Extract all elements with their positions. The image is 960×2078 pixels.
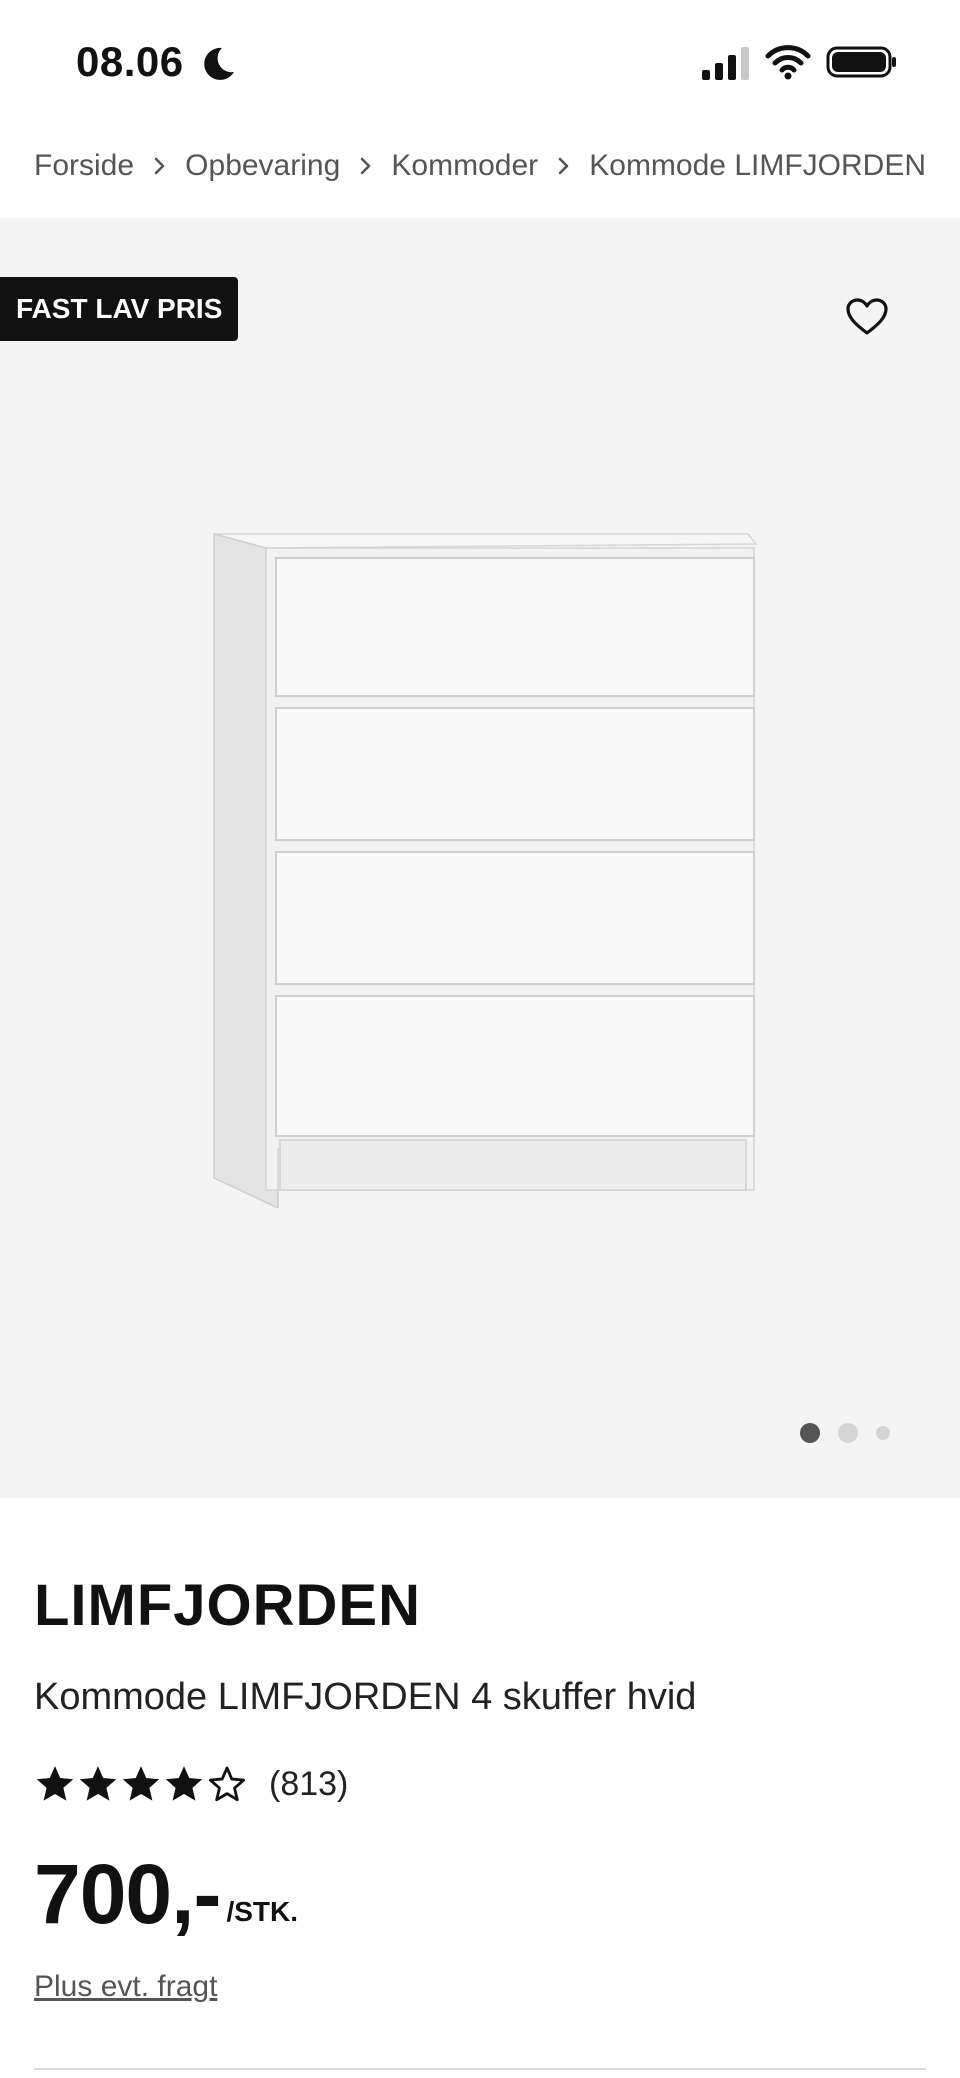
pagination-dot[interactable] [876,1426,890,1440]
cellular-signal-icon [702,47,749,80]
breadcrumb-item-opbevaring[interactable]: Opbevaring [185,149,340,183]
breadcrumb-item-kommoder[interactable]: Kommoder [391,149,538,183]
breadcrumb: Forside Opbevaring Kommoder Kommode LIMF… [34,138,926,194]
price-unit: /STK. [226,1896,299,1927]
status-bar: 08.06 [0,0,960,120]
battery-icon [826,46,896,78]
product-rating[interactable]: (813) [34,1758,348,1810]
status-time: 08.06 [76,38,184,85]
breadcrumb-item-current: Kommode LIMFJORDEN [589,149,926,182]
dresser-product-image[interactable] [200,518,760,1208]
pagination-dot-active[interactable] [800,1423,820,1443]
moon-icon [204,47,234,80]
pagination-dot[interactable] [838,1423,858,1443]
heart-icon [846,298,888,335]
product-image-gallery[interactable]: FAST LAV PRIS [0,218,960,1498]
section-divider [34,2068,926,2070]
star-filled-icon [165,1766,203,1801]
chevron-right-icon [340,146,391,186]
favorite-button[interactable] [838,288,896,346]
price-badge: FAST LAV PRIS [0,277,239,341]
breadcrumb-item-forside[interactable]: Forside [34,149,134,183]
star-filled-icon [122,1766,160,1801]
price-value: 700,- [34,1847,221,1941]
star-outline-icon [208,1766,246,1802]
shipping-info-link[interactable]: Plus evt. fragt [34,1970,217,2004]
star-filled-icon [36,1766,74,1801]
chevron-right-icon [538,146,589,186]
product-brand-title: LIMFJORDEN [34,1573,421,1638]
star-filled-icon [79,1766,117,1801]
review-count[interactable]: (813) [269,1765,348,1804]
image-pagination-dots [800,1418,910,1448]
product-name: Kommode LIMFJORDEN 4 skuffer hvid [34,1676,697,1718]
product-price: 700,- /STK. [34,1852,298,1936]
chevron-right-icon [134,146,185,186]
wifi-icon [765,45,811,80]
